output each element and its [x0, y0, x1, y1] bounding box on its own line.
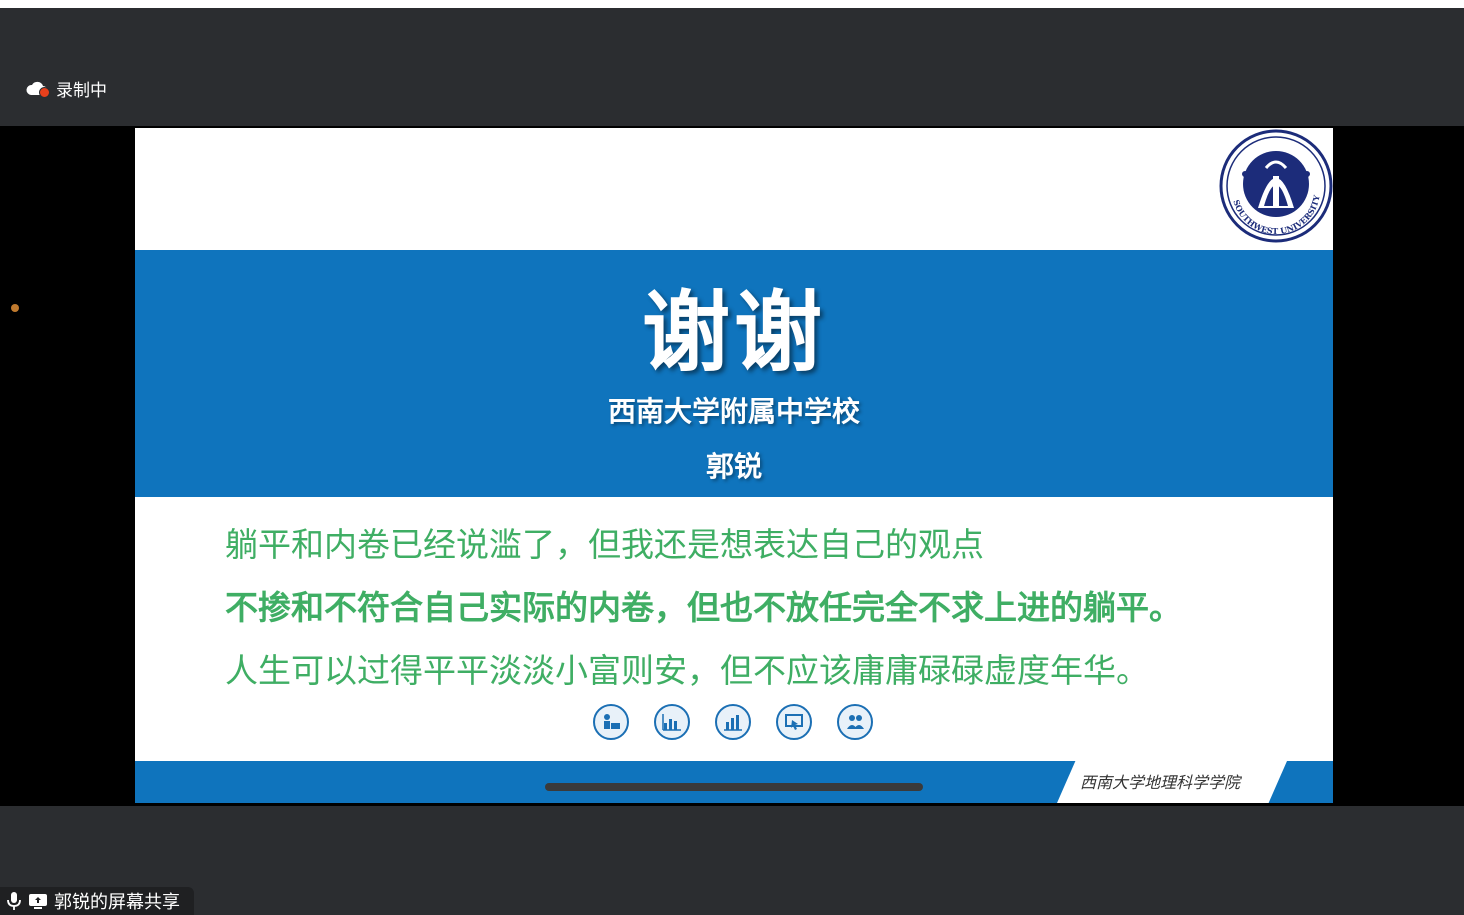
slide-title: 谢谢: [641, 281, 826, 384]
university-seal-logo: SOUTHWEST UNIVERSITY: [1219, 129, 1333, 243]
footer-band: 西南大学地理科学学院: [135, 761, 1333, 803]
top-bar: 录制中: [0, 8, 1464, 126]
recording-label: 录制中: [56, 80, 107, 101]
horizontal-scrollbar[interactable]: [545, 783, 923, 791]
bar-chart-icon: [654, 704, 690, 740]
shared-screen: SOUTHWEST UNIVERSITY 谢谢 西南大学附属中学校 郭锐 躺平和…: [0, 126, 1464, 806]
title-band: 谢谢 西南大学附属中学校 郭锐: [135, 250, 1333, 497]
body-line-2: 不掺和不符合自己实际的内卷，但也不放任完全不求上进的躺平。: [225, 588, 1182, 627]
screen-share-tag[interactable]: 郭锐的屏幕共享: [0, 887, 194, 915]
side-marker: [11, 304, 19, 312]
bottom-bar: [0, 806, 1464, 915]
footer-label: 西南大学地理科学学院: [1080, 773, 1241, 792]
team-icon: [837, 704, 873, 740]
author-name: 郭锐: [705, 450, 762, 483]
presentation-slide: SOUTHWEST UNIVERSITY 谢谢 西南大学附属中学校 郭锐 躺平和…: [135, 128, 1333, 803]
screen-share-label: 郭锐的屏幕共享: [54, 892, 180, 913]
body-line-1: 躺平和内卷已经说滥了，但我还是想表达自己的观点: [225, 525, 984, 564]
microphone-icon[interactable]: [6, 891, 22, 911]
growth-chart-icon: [715, 704, 751, 740]
recording-indicator[interactable]: 录制中: [26, 76, 107, 101]
top-strip: [0, 0, 1464, 8]
school-name: 西南大学附属中学校: [607, 395, 860, 428]
cloud-recording-icon: [26, 78, 50, 98]
screen-pointer-icon: [776, 704, 812, 740]
screen-share-icon: [29, 894, 47, 909]
body-line-3: 人生可以过得平平淡淡小富则安，但不应该庸庸碌碌虚度年华。: [225, 651, 1149, 690]
icon-row: [593, 704, 873, 740]
presenter-icon: [593, 704, 629, 740]
